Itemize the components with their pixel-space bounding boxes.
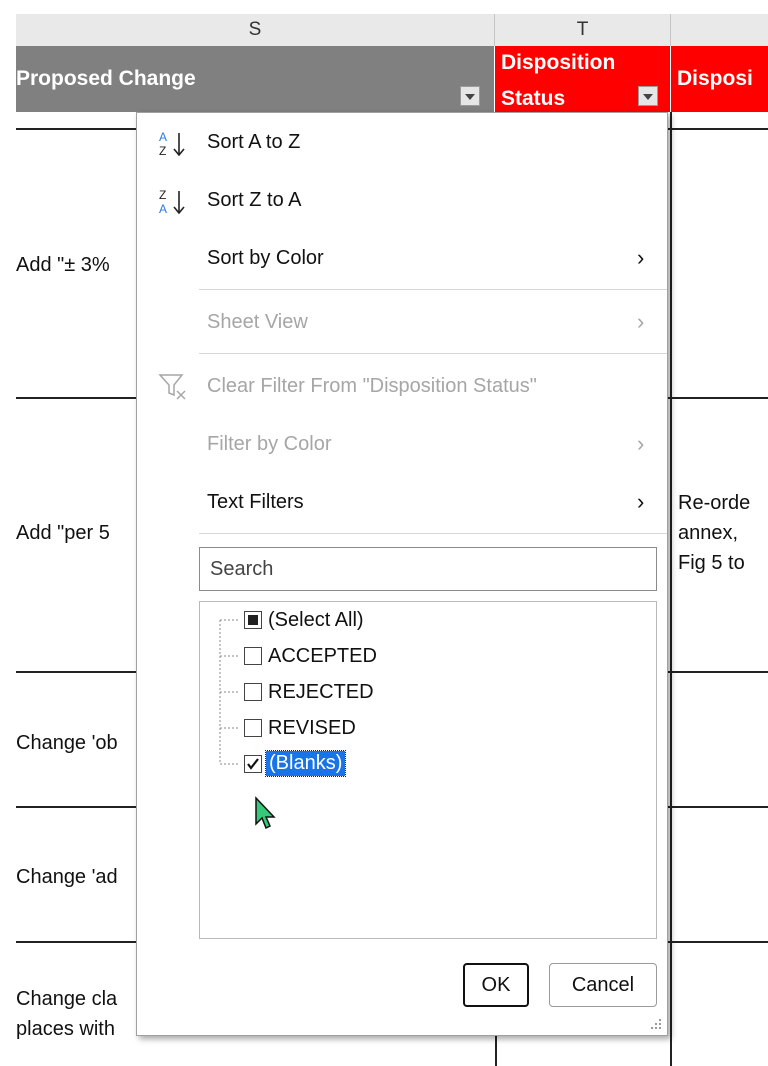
svg-text:Z: Z xyxy=(159,144,166,158)
checkbox-indeterminate[interactable] xyxy=(244,611,262,629)
button-label: OK xyxy=(481,973,511,996)
cell-proposed-change[interactable]: Add "± 3% xyxy=(16,254,110,277)
menu-sort-z-to-a[interactable]: Z A Sort Z to A xyxy=(137,179,667,223)
svg-text:Z: Z xyxy=(159,188,166,202)
filter-values-list[interactable]: (Select All) ACCEPTED REJECTED REVISED (… xyxy=(199,601,657,939)
chevron-right-icon: › xyxy=(637,431,645,456)
menu-label: Filter by Color xyxy=(207,433,332,455)
cancel-button[interactable]: Cancel xyxy=(549,963,657,1007)
item-label: ACCEPTED xyxy=(268,645,377,667)
chevron-right-icon: › xyxy=(637,309,645,334)
sort-ascending-icon: A Z xyxy=(159,130,185,158)
checkbox[interactable] xyxy=(244,719,262,737)
column-header-u[interactable] xyxy=(671,14,768,46)
column-letter: S xyxy=(248,19,262,40)
list-item-accepted[interactable]: ACCEPTED xyxy=(244,645,444,668)
cell-proposed-change[interactable]: Add "per 5 xyxy=(16,522,110,545)
header-label-line2: Status xyxy=(501,87,566,110)
item-label-selected: (Blanks) xyxy=(264,750,347,777)
cell-proposed-change: places with xyxy=(16,1018,115,1040)
header-label: Proposed Change xyxy=(16,67,196,90)
sort-descending-icon: Z A xyxy=(159,188,185,216)
menu-label: Clear Filter From "Disposition Status" xyxy=(207,375,537,397)
list-item-revised[interactable]: REVISED xyxy=(244,717,444,740)
menu-sort-a-to-z[interactable]: A Z Sort A to Z xyxy=(137,121,667,165)
menu-filter-by-color: Filter by Color › xyxy=(137,423,667,467)
menu-label: Text Filters xyxy=(207,491,304,513)
resize-grip-icon[interactable] xyxy=(649,1017,663,1031)
cell-disposition: annex, xyxy=(678,522,739,544)
header-disposition: Disposi xyxy=(671,46,768,112)
item-label: REJECTED xyxy=(268,681,374,703)
item-label: REVISED xyxy=(268,717,356,739)
svg-text:A: A xyxy=(159,130,167,144)
checkmark-icon xyxy=(247,758,259,770)
ok-button[interactable]: OK xyxy=(463,963,529,1007)
header-label-line1: Disposition xyxy=(501,51,616,74)
menu-sheet-view: Sheet View › xyxy=(137,301,667,345)
column-header-s[interactable]: S xyxy=(16,14,495,46)
menu-separator xyxy=(199,289,667,290)
filter-dropdown-button[interactable] xyxy=(460,86,480,106)
header-label: Disposi xyxy=(677,67,753,90)
column-border xyxy=(670,112,672,1066)
autofilter-menu: A Z Sort A to Z Z A Sort Z to A Sort by … xyxy=(136,112,668,1036)
clear-filter-icon xyxy=(158,374,186,400)
list-item-blanks[interactable]: (Blanks) xyxy=(244,750,444,777)
header-disposition-status: Disposition Status xyxy=(495,46,670,112)
cell-proposed-change[interactable]: Change cla xyxy=(16,988,117,1011)
cell-disposition[interactable]: Re-orde xyxy=(678,492,750,515)
chevron-right-icon: › xyxy=(637,245,645,270)
header-proposed-change: Proposed Change xyxy=(16,46,494,112)
menu-label: Sort by Color xyxy=(207,247,324,269)
menu-label: Sheet View xyxy=(207,311,308,333)
cell-disposition: Fig 5 to xyxy=(678,552,745,574)
list-item-rejected[interactable]: REJECTED xyxy=(244,681,444,704)
checkbox[interactable] xyxy=(244,647,262,665)
column-letter: T xyxy=(576,19,589,40)
mouse-cursor-icon xyxy=(255,796,276,830)
menu-separator xyxy=(199,353,667,354)
checkbox-checked[interactable] xyxy=(244,755,262,773)
menu-sort-by-color[interactable]: Sort by Color › xyxy=(137,237,667,281)
menu-separator xyxy=(199,533,667,534)
chevron-right-icon: › xyxy=(637,489,645,514)
item-label: (Select All) xyxy=(268,609,364,631)
menu-text-filters[interactable]: Text Filters › xyxy=(137,481,667,525)
menu-clear-filter: Clear Filter From "Disposition Status" xyxy=(137,365,667,409)
menu-label: Sort A to Z xyxy=(207,131,301,153)
checkbox[interactable] xyxy=(244,683,262,701)
column-header-t[interactable]: T xyxy=(495,14,671,46)
list-item-select-all[interactable]: (Select All) xyxy=(244,609,444,632)
svg-text:A: A xyxy=(159,202,167,216)
cell-proposed-change[interactable]: Change 'ad xyxy=(16,866,118,889)
menu-label: Sort Z to A xyxy=(207,189,302,211)
cell-proposed-change[interactable]: Change 'ob xyxy=(16,732,118,755)
button-label: Cancel xyxy=(571,973,635,996)
search-input[interactable]: Search xyxy=(199,547,657,591)
filter-dropdown-button-active[interactable] xyxy=(638,86,658,106)
